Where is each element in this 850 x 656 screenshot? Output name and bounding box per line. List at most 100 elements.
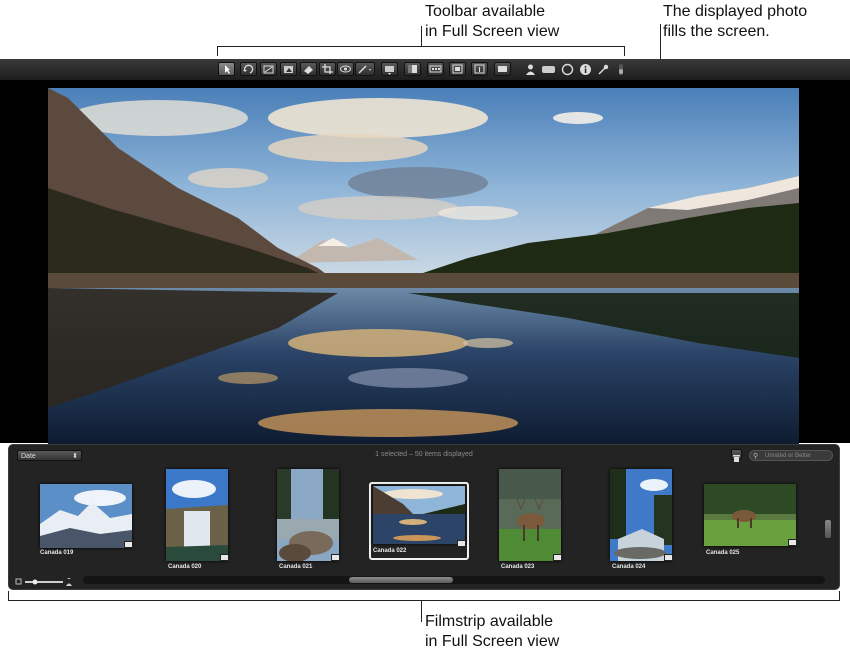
- thumbnail-canada-019[interactable]: Canada 019: [40, 484, 133, 556]
- pin-icon: [598, 64, 609, 75]
- red-eye-tool-button[interactable]: [337, 62, 354, 76]
- person-button[interactable]: [524, 63, 537, 76]
- layout-button-1[interactable]: [404, 62, 421, 76]
- toolbar-callout-bracket-right: [624, 46, 625, 56]
- lift-tool-button[interactable]: [300, 62, 317, 76]
- trash-icon: [733, 455, 740, 462]
- retouch-tool-button[interactable]: [280, 62, 297, 76]
- brush-tool-button[interactable]: [355, 62, 375, 76]
- layout-button-5[interactable]: [494, 62, 511, 76]
- adjusted-badge-icon: [457, 540, 466, 547]
- toolbar-callout-bracket-left: [217, 46, 218, 56]
- main-photo[interactable]: [48, 88, 799, 448]
- adjusted-badge-icon: [124, 541, 133, 548]
- filmstrip-callout-bracket-left: [8, 591, 9, 601]
- straighten-tool-button[interactable]: [260, 62, 277, 76]
- browser-layout-icon: [498, 66, 507, 72]
- thumbnail-image: [499, 469, 561, 561]
- scroll-button[interactable]: [617, 63, 625, 76]
- thumbnail-caption: Canada 022: [373, 548, 407, 554]
- filmstrip-scroll-track[interactable]: [83, 576, 825, 584]
- thumbnail-canada-025[interactable]: Canada 025: [704, 484, 797, 556]
- adjusted-badge-icon: [788, 539, 797, 546]
- view-icon: [385, 66, 394, 75]
- arrow-pointer-icon: [225, 65, 230, 74]
- select-tool-button[interactable]: [218, 62, 235, 76]
- filmstrip-layout-icon: [429, 65, 442, 73]
- lift-icon: [304, 66, 313, 74]
- thumbnail-image: [610, 469, 672, 561]
- scroll-icon: [619, 64, 623, 75]
- filmstrip-callout: Filmstrip available in Full Screen view: [425, 612, 559, 652]
- thumbnail-canada-021[interactable]: Canada 021: [277, 469, 340, 573]
- thumbnail-size-slider[interactable]: [15, 578, 75, 586]
- filmstrip-callout-line1: Filmstrip available: [425, 613, 554, 630]
- layout-button-2[interactable]: [427, 62, 444, 76]
- trash-button[interactable]: [731, 449, 742, 462]
- layout-button-4[interactable]: [471, 62, 488, 76]
- thumbnail-canada-023[interactable]: Canada 023: [499, 469, 562, 573]
- sort-by-value: Date: [21, 453, 36, 460]
- thumbnail-image: [40, 484, 132, 548]
- filmstrip-scroll-thumb[interactable]: [349, 577, 453, 583]
- fullscreen-toolbar: [0, 59, 850, 81]
- toolbar-callout: Toolbar available in Full Screen view: [425, 2, 559, 42]
- straighten-icon: [263, 65, 274, 74]
- viewer-layout-icon: [452, 64, 463, 74]
- adjusted-badge-icon: [664, 554, 673, 561]
- thumbnail-caption: Canada 019: [40, 550, 74, 556]
- pin-button[interactable]: [597, 63, 610, 76]
- info-icon: [580, 64, 591, 75]
- split-layout-icon: [474, 64, 485, 74]
- thumbnail-caption: Canada 020: [168, 564, 202, 570]
- brush-icon: [358, 65, 371, 74]
- toolbar-callout-stem: [421, 26, 422, 46]
- toolbar-callout-line2: in Full Screen view: [425, 23, 560, 40]
- thumbnail-canada-020[interactable]: Canada 020: [166, 469, 229, 573]
- loupe-rect-button[interactable]: [541, 63, 556, 76]
- rotate-icon: [243, 64, 254, 74]
- thumbnail-image: [373, 486, 465, 544]
- retouch-icon: [284, 66, 293, 73]
- sort-by-select[interactable]: Date ⬍: [17, 450, 82, 461]
- filmstrip-callout-line2: in Full Screen view: [425, 633, 560, 650]
- small-thumbnail-icon: [15, 578, 22, 585]
- layout-button-3[interactable]: [449, 62, 466, 76]
- filmstrip-callout-bracket-right: [839, 591, 840, 601]
- loupe-circle-icon: [561, 63, 574, 76]
- rotate-tool-button[interactable]: [240, 62, 257, 76]
- thumbnail-caption: Canada 025: [706, 550, 740, 556]
- loupe-circle-button[interactable]: [561, 63, 574, 76]
- filmstrip-callout-bracket: [8, 600, 840, 601]
- filmstrip-vertical-scroller[interactable]: [824, 519, 832, 539]
- adjusted-badge-icon: [331, 554, 340, 561]
- info-button[interactable]: [579, 63, 592, 76]
- adjusted-badge-icon: [553, 554, 562, 561]
- thumbnail-caption: Canada 021: [279, 564, 313, 570]
- view-menu-button[interactable]: [381, 62, 398, 76]
- filmstrip-panel: Date ⬍ 1 selected – 50 items displayed ⚲…: [8, 444, 840, 590]
- filmstrip-callout-stem: [421, 600, 422, 622]
- thumbnail-canada-024[interactable]: Canada 024: [610, 469, 673, 573]
- photo-callout: The displayed photo fills the screen.: [663, 2, 807, 42]
- thumbnail-image: [277, 469, 339, 561]
- toolbar-callout-bracket: [217, 46, 625, 47]
- slider-knob[interactable]: [32, 579, 38, 585]
- thumbnail-caption: Canada 024: [612, 564, 646, 570]
- thumbnail-image: [166, 469, 228, 561]
- rating-filter-field[interactable]: ⚲ Unrated or Better: [749, 450, 833, 461]
- selection-status: 1 selected – 50 items displayed: [375, 451, 473, 458]
- thumbnail-canada-022[interactable]: Canada 022: [369, 482, 469, 560]
- crop-tool-button[interactable]: [319, 62, 336, 76]
- photo-callout-line2: fills the screen.: [663, 23, 770, 40]
- large-person-icon: [66, 578, 72, 586]
- adjusted-badge-icon: [220, 554, 229, 561]
- toolbar-callout-line1: Toolbar available: [425, 3, 546, 20]
- rating-filter-placeholder: Unrated or Better: [765, 453, 812, 459]
- chevron-updown-icon: ⬍: [72, 453, 78, 460]
- search-icon: ⚲: [753, 453, 759, 460]
- crop-icon: [322, 64, 333, 74]
- loupe-rect-icon: [542, 66, 555, 73]
- thumbnail-caption: Canada 023: [501, 564, 535, 570]
- red-eye-icon: [340, 65, 351, 73]
